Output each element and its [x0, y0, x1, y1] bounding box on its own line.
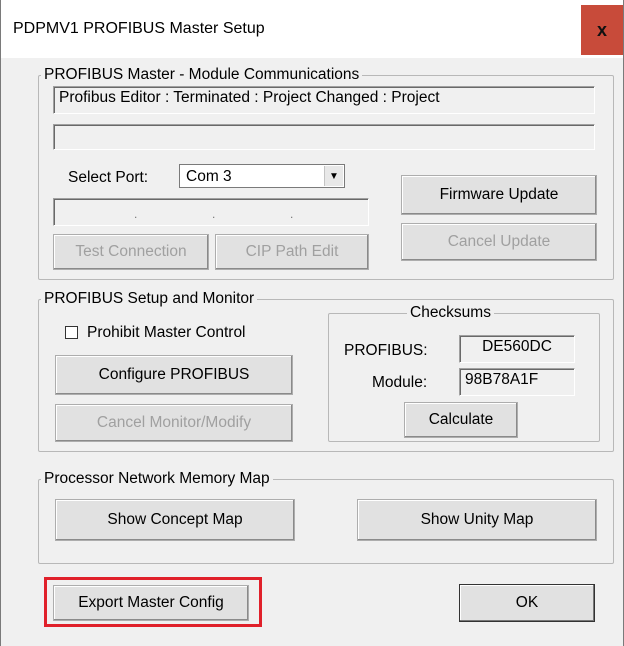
ok-button[interactable]: OK	[459, 584, 595, 622]
prohibit-master-checkbox[interactable]	[65, 326, 78, 339]
firmware-update-label: Firmware Update	[439, 186, 559, 203]
prohibit-master-label: Prohibit Master Control	[87, 324, 246, 341]
profibus-checksum-label: PROFIBUS:	[344, 342, 428, 359]
test-connection-label: Test Connection	[75, 243, 187, 260]
test-connection-button[interactable]: Test Connection	[53, 234, 209, 270]
comm-group-legend: PROFIBUS Master - Module Communications	[44, 66, 360, 83]
module-checksum-field: 98B78A1F	[459, 368, 575, 396]
show-concept-map-label: Show Concept Map	[107, 511, 243, 528]
show-concept-map-button[interactable]: Show Concept Map	[55, 499, 295, 541]
cip-path-edit-label: CIP Path Edit	[245, 243, 339, 260]
module-checksum-value: 98B78A1F	[465, 371, 539, 388]
path-field	[53, 124, 595, 150]
port-select[interactable]: Com 3 ▼	[179, 164, 345, 188]
memmap-group-legend: Processor Network Memory Map	[44, 470, 270, 487]
checksums-legend: Checksums	[410, 304, 491, 321]
configure-profibus-label: Configure PROFIBUS	[98, 366, 250, 383]
calculate-label: Calculate	[428, 411, 494, 428]
cancel-update-label: Cancel Update	[447, 233, 551, 250]
select-port-label: Select Port:	[68, 169, 149, 186]
ok-label: OK	[515, 594, 539, 611]
cancel-update-button[interactable]: Cancel Update	[401, 223, 597, 261]
module-checksum-label: Module:	[372, 374, 428, 391]
dialog-window: PDPMV1 PROFIBUS Master Setup x PROFIBUS …	[0, 0, 624, 646]
cancel-monitor-label: Cancel Monitor/Modify	[96, 414, 252, 431]
profibus-checksum-field: DE560DC	[459, 335, 575, 363]
show-unity-map-button[interactable]: Show Unity Map	[357, 499, 597, 541]
highlight-box	[44, 577, 262, 627]
setup-group-legend: PROFIBUS Setup and Monitor	[44, 290, 255, 307]
show-unity-map-label: Show Unity Map	[420, 511, 534, 528]
configure-profibus-button[interactable]: Configure PROFIBUS	[55, 355, 293, 395]
status-field: Profibus Editor : Terminated : Project C…	[53, 86, 595, 114]
ip-dot-2: .	[212, 207, 216, 221]
window-title: PDPMV1 PROFIBUS Master Setup	[13, 20, 265, 37]
ip-dot-1: .	[134, 207, 138, 221]
port-value: Com 3	[186, 168, 232, 185]
calculate-button[interactable]: Calculate	[404, 402, 518, 438]
ip-dot-3: .	[290, 207, 294, 221]
close-glyph: x	[596, 19, 607, 40]
cip-path-edit-button[interactable]: CIP Path Edit	[215, 234, 369, 270]
firmware-update-button[interactable]: Firmware Update	[401, 175, 597, 215]
close-icon[interactable]: x	[581, 5, 623, 55]
status-text: Profibus Editor : Terminated : Project C…	[59, 89, 440, 106]
chevron-down-icon[interactable]: ▼	[324, 166, 343, 186]
profibus-checksum-value: DE560DC	[482, 338, 552, 355]
cancel-monitor-button[interactable]: Cancel Monitor/Modify	[55, 404, 293, 442]
ip-address-field[interactable]: . . .	[53, 198, 369, 226]
title-bar: PDPMV1 PROFIBUS Master Setup x	[1, 0, 623, 58]
